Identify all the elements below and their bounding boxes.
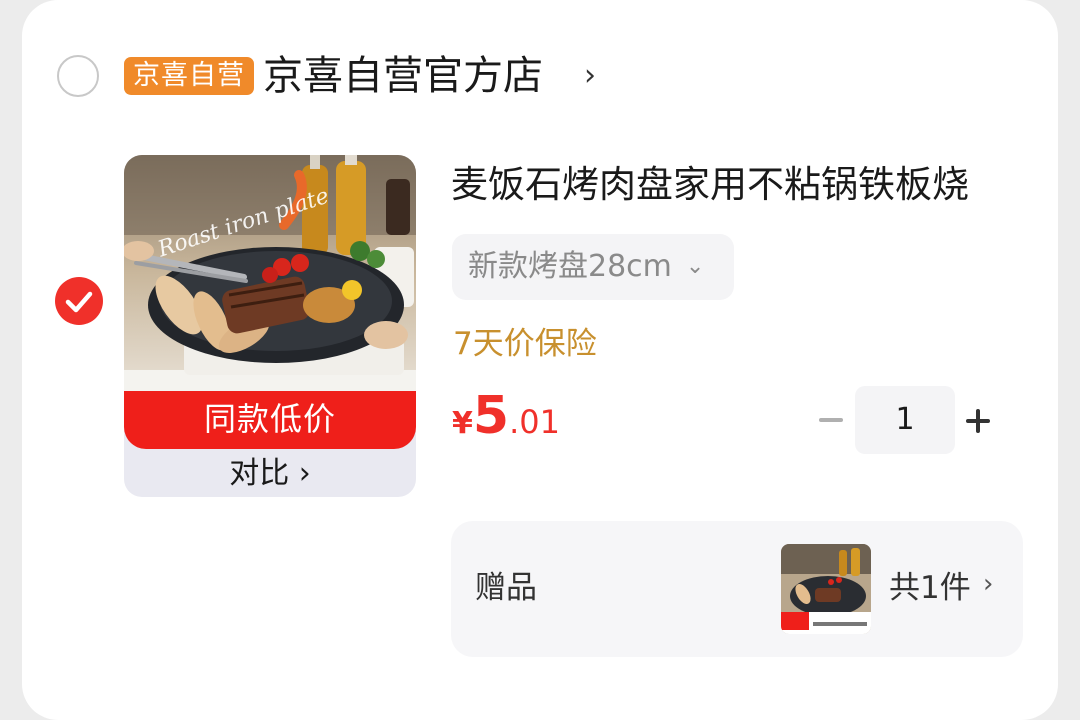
currency-symbol: ¥ xyxy=(452,406,473,441)
product-image: Roast iron plate xyxy=(124,155,416,391)
quantity-decrease-button[interactable] xyxy=(813,405,849,435)
chevron-right-icon[interactable]: › xyxy=(584,58,596,93)
gift-count: 共1件 xyxy=(889,570,971,606)
checkmark-icon xyxy=(65,291,93,313)
spec-selector[interactable]: 新款烤盘28cm ⌄ xyxy=(452,234,735,300)
compare-link[interactable]: 对比 › xyxy=(124,449,416,497)
gift-label: 赠品 xyxy=(475,570,537,606)
store-name-link[interactable]: 京喜自营官方店 xyxy=(263,50,543,102)
item-checkbox-checked[interactable] xyxy=(55,277,103,325)
same-item-low-price-banner[interactable]: 同款低价 xyxy=(124,391,416,449)
spec-value: 新款烤盘28cm xyxy=(468,249,672,284)
store-type-badge: 京喜自营 xyxy=(124,57,254,95)
store-select-radio[interactable] xyxy=(57,55,99,97)
quantity-input[interactable]: 1 xyxy=(855,386,955,454)
gift-image xyxy=(781,544,871,634)
item-price: ¥ 5 .01 xyxy=(452,390,560,442)
gift-thumbnail xyxy=(781,544,871,634)
price-decimal: .01 xyxy=(509,403,560,441)
price-guarantee-tag[interactable]: 7天价保险 xyxy=(453,322,597,366)
product-thumbnail[interactable]: Roast iron plate 同款低价 对比 › xyxy=(124,155,416,497)
chevron-down-icon: ⌄ xyxy=(685,254,705,279)
quantity-increase-button[interactable] xyxy=(962,405,994,437)
chevron-right-icon: › xyxy=(983,569,994,599)
price-integer: 5 xyxy=(472,386,510,446)
product-title[interactable]: 麦饭石烤肉盘家用不粘锅铁板烧 xyxy=(451,160,969,210)
gift-row[interactable]: 赠品 共1件 › xyxy=(451,521,1023,657)
